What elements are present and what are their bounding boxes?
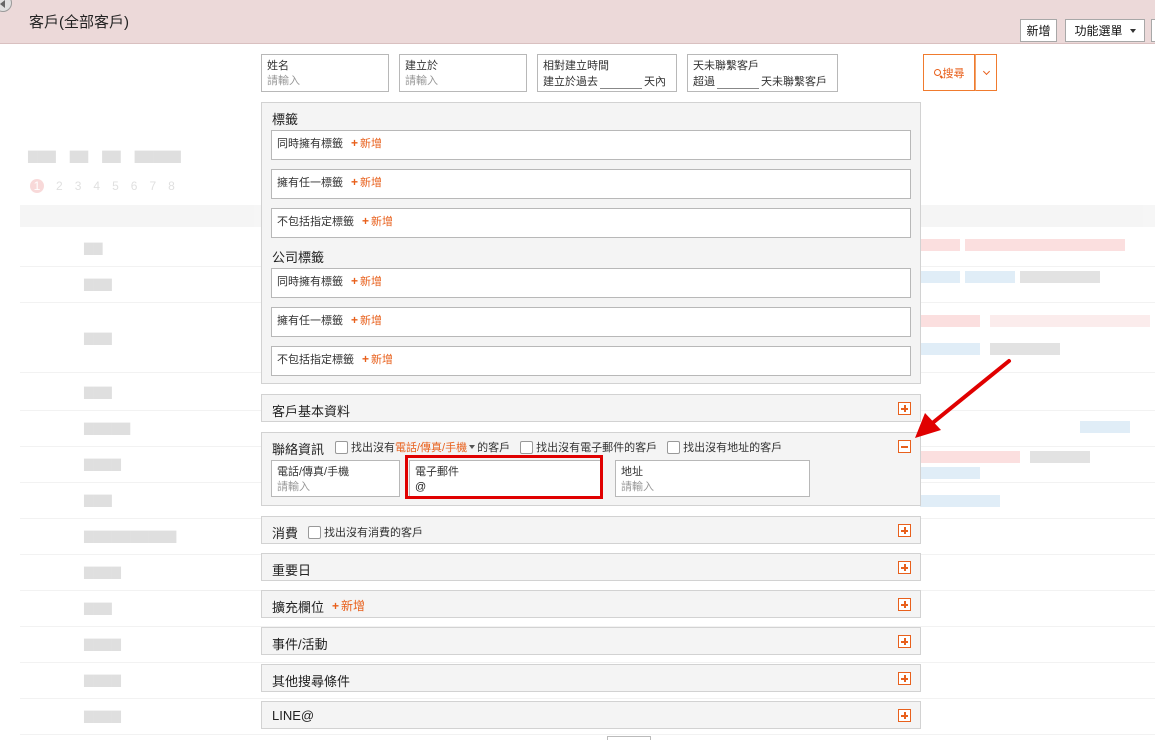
section-custom-fields[interactable]: 擴充欄位 + 新增 bbox=[261, 590, 921, 618]
tags-title: 標籤 bbox=[272, 112, 299, 127]
no-contact-days-input[interactable] bbox=[717, 78, 759, 89]
search-icon bbox=[933, 69, 941, 76]
section-events[interactable]: 事件/活動 bbox=[261, 627, 921, 655]
tag-row-all[interactable]: 同時擁有標籤 + 新增 bbox=[271, 130, 911, 160]
chevron-down-icon bbox=[1129, 28, 1136, 33]
plus-icon: + bbox=[332, 599, 340, 613]
address-filter[interactable]: 地址 請輸入 bbox=[615, 460, 810, 497]
edge-button[interactable] bbox=[1151, 19, 1155, 42]
plus-icon: + bbox=[362, 352, 370, 366]
search-options-dropdown[interactable] bbox=[975, 54, 997, 91]
name-input[interactable]: 請輸入 bbox=[267, 74, 383, 88]
add-tag-link[interactable]: + 新增 bbox=[351, 274, 382, 288]
tag-row-any[interactable]: 擁有任一標籤 + 新增 bbox=[271, 169, 911, 199]
tag-row-exclude[interactable]: 不包括指定標籤 + 新增 bbox=[271, 208, 911, 238]
expand-icon[interactable] bbox=[898, 635, 911, 648]
add-tag-link[interactable]: + 新增 bbox=[351, 313, 382, 327]
relative-days-input[interactable] bbox=[600, 78, 642, 89]
relative-created-filter[interactable]: 相對建立時間 建立於過去 天內 bbox=[537, 54, 677, 92]
page-title: 客戶(全部客戶) bbox=[29, 14, 129, 31]
no-email-checkbox[interactable] bbox=[520, 440, 534, 454]
background-tabs: ▇▇▇ ▇▇ ▇▇ ▇▇▇▇▇ bbox=[28, 149, 181, 163]
address-input[interactable]: 請輸入 bbox=[621, 480, 804, 494]
name-filter[interactable]: 姓名 請輸入 bbox=[261, 54, 389, 92]
caret-down-icon[interactable] bbox=[469, 445, 476, 449]
bottom-button-stub[interactable] bbox=[607, 736, 651, 740]
add-tag-link[interactable]: + 新增 bbox=[351, 175, 382, 189]
plus-icon: + bbox=[351, 274, 359, 288]
no-contact-filter[interactable]: 天未聯繫客戶 超過 天未聯繫客戶 bbox=[687, 54, 838, 92]
section-other-conditions[interactable]: 其他搜尋條件 bbox=[261, 664, 921, 692]
created-at-filter[interactable]: 建立於 請輸入 bbox=[399, 54, 527, 92]
email-highlight-box bbox=[405, 455, 603, 499]
top-header: 客戶(全部客戶) 新增 功能選單 bbox=[0, 0, 1155, 44]
new-button[interactable]: 新增 bbox=[1020, 19, 1057, 42]
background-pager: 12345678 bbox=[30, 179, 175, 193]
company-tag-row-any[interactable]: 擁有任一標籤 + 新增 bbox=[271, 307, 911, 337]
function-menu-button[interactable]: 功能選單 bbox=[1065, 19, 1145, 42]
expand-icon[interactable] bbox=[898, 709, 911, 722]
expand-icon[interactable] bbox=[898, 561, 911, 574]
plus-icon: + bbox=[351, 136, 359, 150]
section-line[interactable]: LINE@ bbox=[261, 701, 921, 729]
company-tags-title: 公司標籤 bbox=[272, 250, 325, 265]
plus-icon: + bbox=[362, 214, 370, 228]
section-basic-info[interactable]: 客戶基本資料 bbox=[261, 394, 921, 422]
expand-icon[interactable] bbox=[898, 524, 911, 537]
add-tag-link[interactable]: + 新增 bbox=[362, 352, 393, 366]
annotation-arrow-icon bbox=[915, 359, 1011, 438]
add-custom-field-link[interactable]: + 新增 bbox=[332, 597, 365, 614]
no-address-checkbox[interactable] bbox=[667, 440, 681, 454]
plus-icon: + bbox=[351, 175, 359, 189]
search-button[interactable]: 搜尋 bbox=[923, 54, 975, 91]
tag-panel: 標籤 同時擁有標籤 + 新增 擁有任一標籤 + 新增 不包括指定標籤 + 新增 公司標籤 同… bbox=[261, 102, 921, 384]
section-important-date[interactable]: 重要日 bbox=[261, 553, 921, 581]
chevron-down-icon bbox=[982, 67, 990, 75]
company-tag-row-exclude[interactable]: 不包括指定標籤 + 新增 bbox=[271, 346, 911, 376]
no-phone-checkbox[interactable] bbox=[335, 440, 348, 454]
no-spend-checkbox[interactable] bbox=[308, 525, 321, 539]
expand-icon[interactable] bbox=[898, 672, 911, 685]
created-at-input[interactable]: 請輸入 bbox=[405, 74, 521, 88]
section-spend[interactable]: 消費 找出沒有消費的客戶 bbox=[261, 516, 921, 544]
back-icon[interactable] bbox=[0, 0, 12, 12]
phone-type-select[interactable]: 電話/傳真/手機 bbox=[395, 439, 467, 455]
company-tag-row-all[interactable]: 同時擁有標籤 + 新增 bbox=[271, 268, 911, 298]
phone-filter[interactable]: 電話/傳真/手機 請輸入 bbox=[271, 460, 400, 497]
phone-input[interactable]: 請輸入 bbox=[277, 480, 394, 494]
add-tag-link[interactable]: + 新增 bbox=[351, 136, 382, 150]
plus-icon: + bbox=[351, 313, 359, 327]
add-tag-link[interactable]: + 新增 bbox=[362, 214, 393, 228]
expand-icon[interactable] bbox=[898, 598, 911, 611]
